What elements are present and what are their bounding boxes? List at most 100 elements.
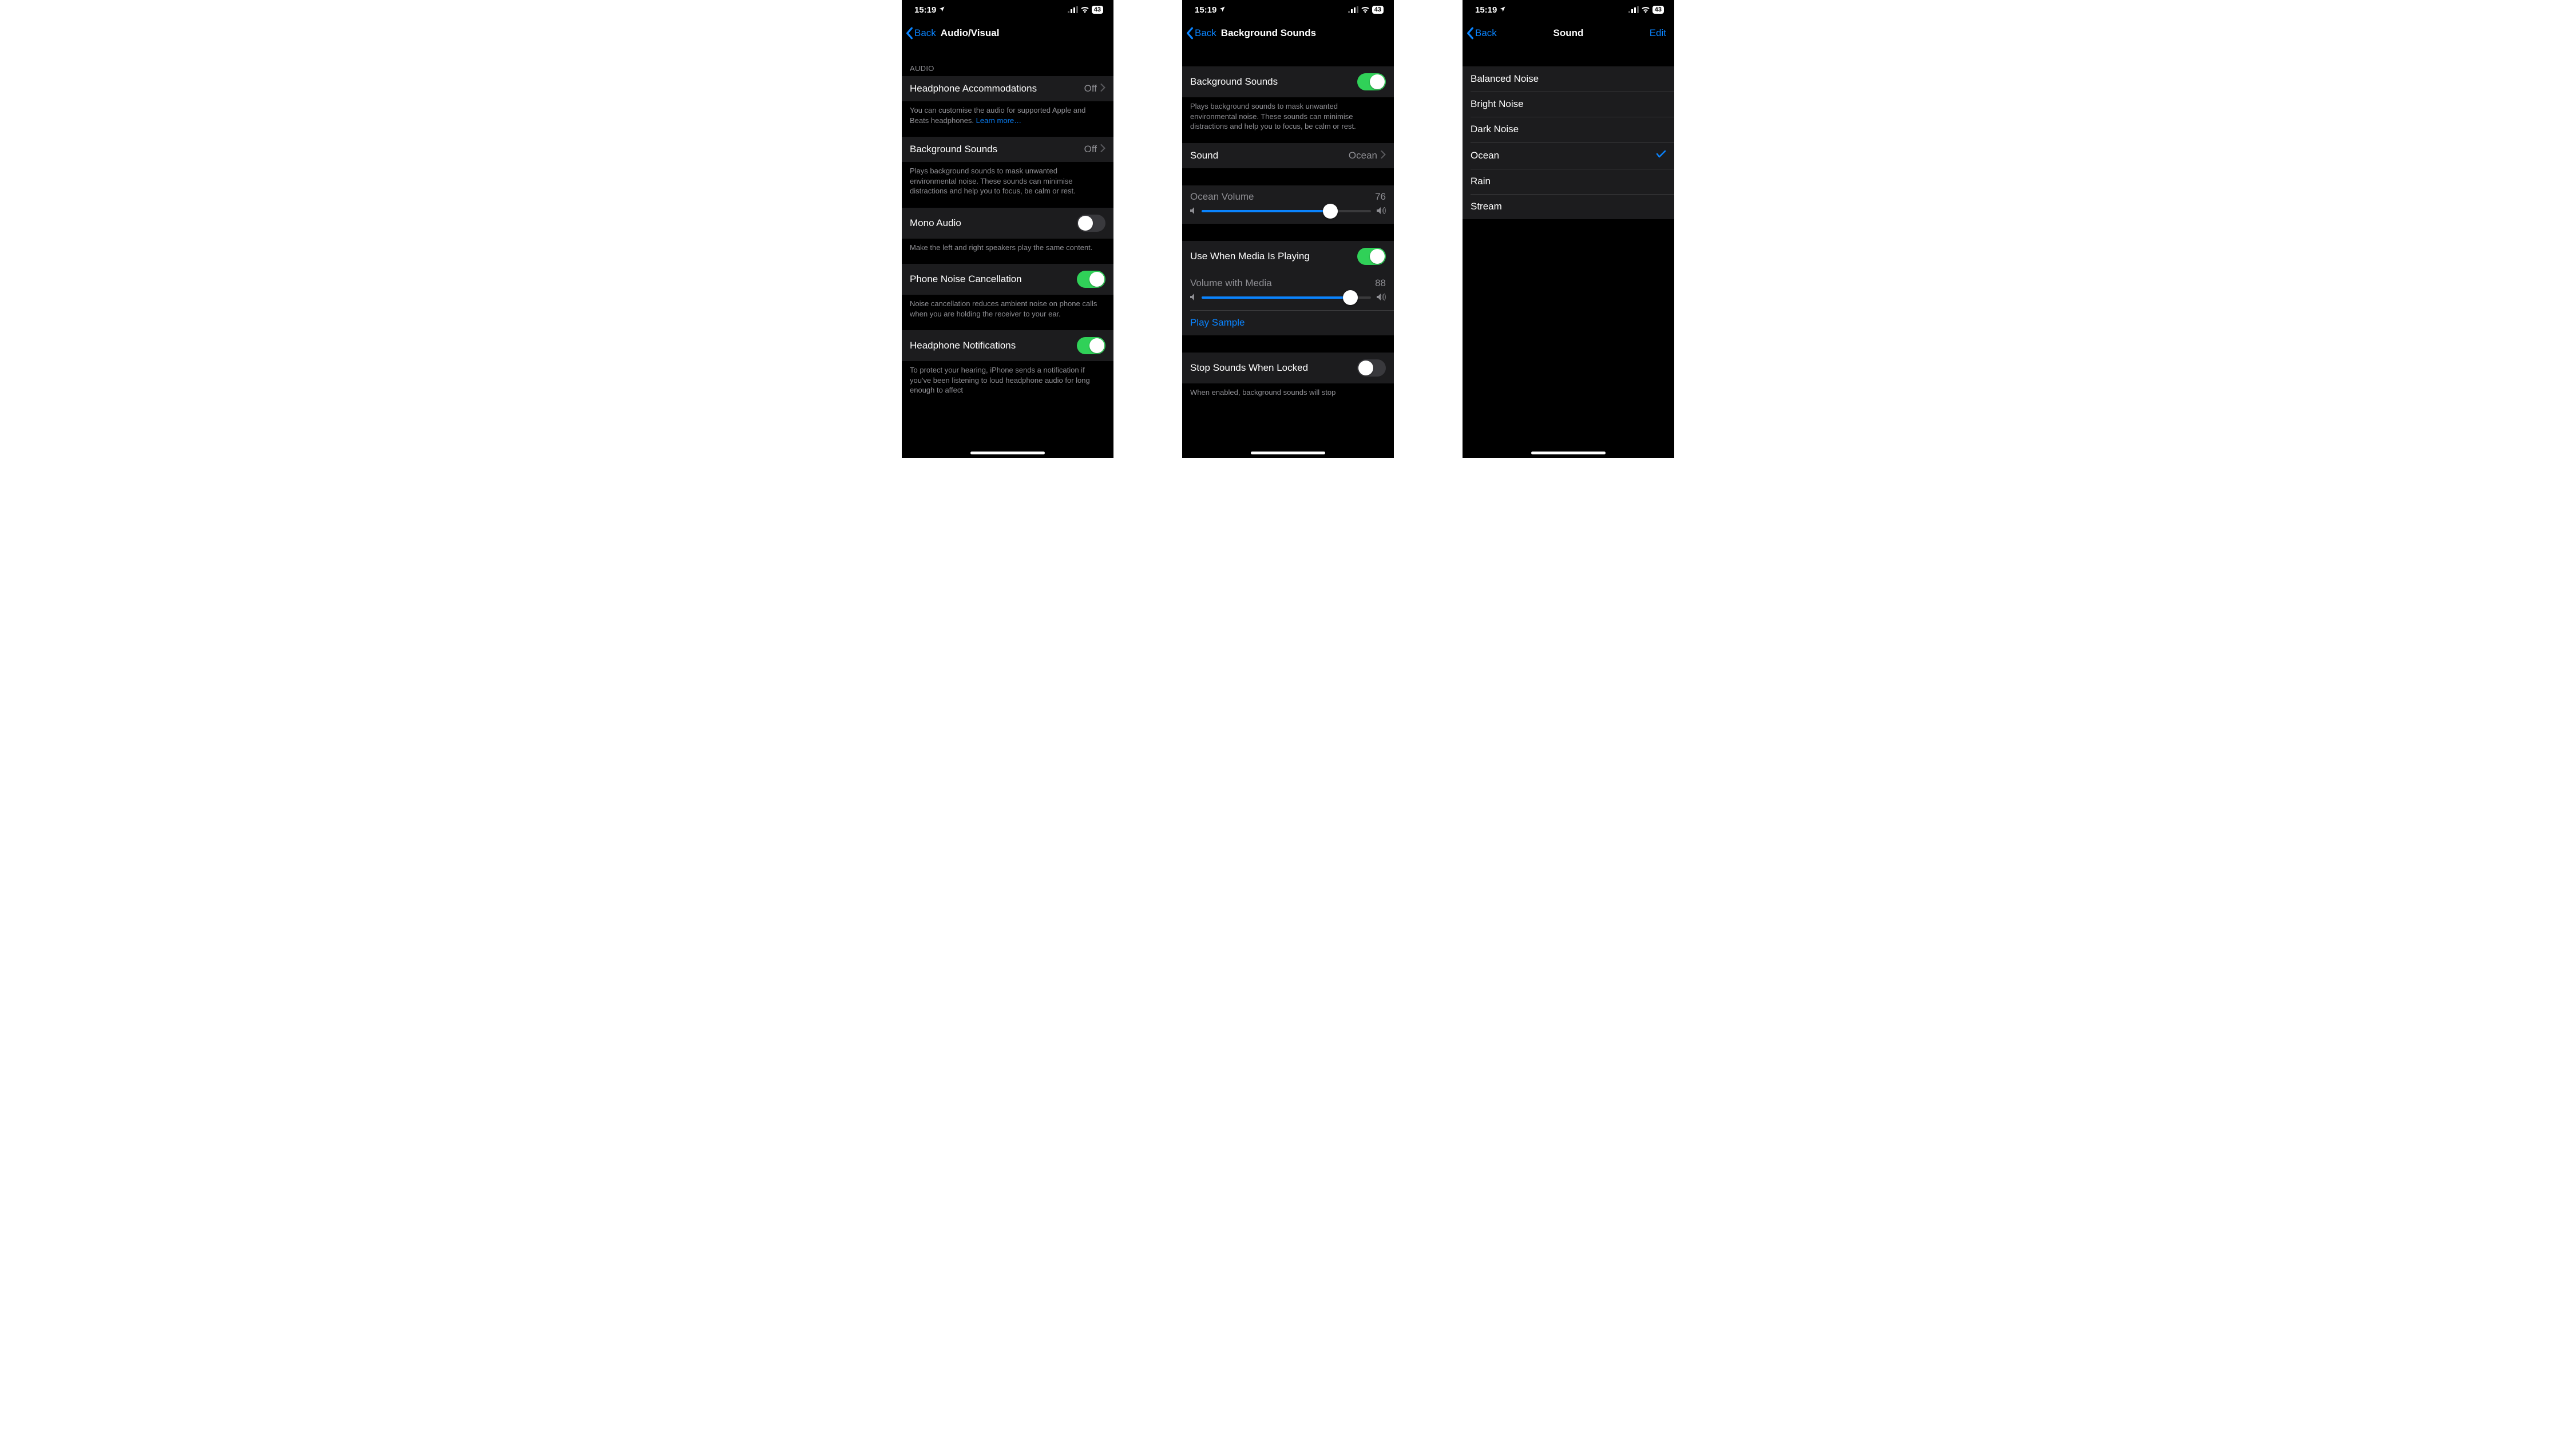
toggle-background-sounds[interactable]: [1357, 73, 1386, 90]
sound-option[interactable]: Ocean: [1463, 142, 1674, 169]
status-bar: 15:19 43: [1182, 0, 1394, 19]
row-headphone-notifications: Headphone Notifications: [902, 330, 1113, 361]
sound-options-list: Balanced Noise Bright Noise Dark Noise Ocea…: [1463, 66, 1674, 219]
chevron-left-icon: [1186, 27, 1194, 39]
row-phone-noise-cancellation: Phone Noise Cancellation: [902, 264, 1113, 295]
media-volume-block: Volume with Media 88: [1182, 272, 1394, 310]
volume-high-icon: [1377, 207, 1386, 216]
footer-bg-sounds: Plays background sounds to mask unwanted…: [1182, 97, 1394, 143]
slider-media-volume[interactable]: [1202, 296, 1371, 299]
row-use-when-media-playing: Use When Media Is Playing: [1182, 241, 1394, 272]
row-label: Background Sounds: [910, 144, 997, 155]
chevron-right-icon: [1100, 83, 1105, 94]
status-bar: 15:19 43: [902, 0, 1113, 19]
learn-more-link[interactable]: Learn more…: [976, 116, 1021, 125]
section-header-audio: AUDIO: [902, 47, 1113, 76]
back-button[interactable]: Back: [1466, 27, 1497, 39]
chevron-left-icon: [1466, 27, 1474, 39]
row-label: Use When Media Is Playing: [1190, 251, 1310, 262]
row-label: Sound: [1190, 150, 1218, 161]
row-headphone-accommodations[interactable]: Headphone Accommodations Off: [902, 76, 1113, 101]
cellular-icon: [1348, 6, 1358, 13]
row-value: Off: [1084, 144, 1097, 155]
footer-mono: Make the left and right speakers play th…: [902, 239, 1113, 264]
cellular-icon: [1628, 6, 1639, 13]
chevron-left-icon: [905, 27, 913, 39]
content: Balanced Noise Bright Noise Dark Noise Ocea…: [1463, 47, 1674, 458]
sound-option[interactable]: Balanced Noise: [1463, 66, 1674, 92]
row-label: Balanced Noise: [1471, 73, 1539, 85]
toggle-headphone-notifications[interactable]: [1077, 337, 1105, 354]
chevron-right-icon: [1100, 144, 1105, 155]
slider-value: 76: [1375, 191, 1386, 203]
back-button[interactable]: Back: [1186, 27, 1216, 39]
row-value: Off: [1084, 83, 1097, 94]
home-indicator[interactable]: [1531, 452, 1606, 454]
edit-button[interactable]: Edit: [1650, 27, 1666, 39]
row-value: Ocean: [1349, 150, 1377, 161]
home-indicator[interactable]: [1251, 452, 1325, 454]
row-background-sounds[interactable]: Background Sounds Off: [902, 137, 1113, 162]
content: AUDIO Headphone Accommodations Off You c…: [902, 47, 1113, 458]
row-label: Stream: [1471, 201, 1502, 212]
row-label: Bright Noise: [1471, 98, 1524, 110]
footer-hp-notif: To protect your hearing, iPhone sends a …: [902, 361, 1113, 407]
row-label: Background Sounds: [1190, 76, 1278, 88]
footer-headphone-accom: You can customise the audio for supporte…: [902, 101, 1113, 137]
toggle-noise-cancellation[interactable]: [1077, 271, 1105, 288]
location-icon: [1219, 6, 1226, 14]
row-label: Headphone Notifications: [910, 340, 1016, 351]
cellular-icon: [1068, 6, 1078, 13]
row-play-sample[interactable]: Play Sample: [1182, 310, 1394, 335]
toggle-stop-when-locked[interactable]: [1357, 359, 1386, 377]
row-label: Headphone Accommodations: [910, 83, 1037, 94]
home-indicator[interactable]: [970, 452, 1045, 454]
row-label: Ocean: [1471, 150, 1499, 161]
footer-bg-sounds: Plays background sounds to mask unwanted…: [902, 162, 1113, 208]
wifi-icon: [1361, 6, 1370, 13]
screen-background-sounds: 15:19 43 Back Background Sounds Backgrou…: [1182, 0, 1394, 458]
row-label: Phone Noise Cancellation: [910, 274, 1022, 285]
volume-low-icon: [1190, 207, 1196, 216]
volume-high-icon: [1377, 294, 1386, 302]
toggle-mono-audio[interactable]: [1077, 215, 1105, 232]
toggle-use-when-media[interactable]: [1357, 248, 1386, 265]
wifi-icon: [1080, 6, 1089, 13]
sound-option[interactable]: Rain: [1463, 169, 1674, 194]
chevron-right-icon: [1381, 150, 1386, 161]
status-time: 15:19: [1195, 5, 1216, 15]
row-label: Stop Sounds When Locked: [1190, 362, 1308, 374]
row-label: Mono Audio: [910, 217, 961, 229]
location-icon: [1499, 6, 1506, 14]
nav-bar: Back Background Sounds: [1182, 19, 1394, 47]
battery-icon: 43: [1092, 6, 1103, 14]
battery-icon: 43: [1372, 6, 1384, 14]
sound-option[interactable]: Bright Noise: [1463, 92, 1674, 117]
screen-sound: 15:19 43 Back Sound Edit Balanced NoiseB…: [1463, 0, 1674, 458]
wifi-icon: [1641, 6, 1650, 13]
location-icon: [938, 6, 945, 14]
row-stop-sounds-locked: Stop Sounds When Locked: [1182, 353, 1394, 383]
status-time: 15:19: [1475, 5, 1497, 15]
nav-title: Audio/Visual: [941, 27, 1000, 39]
status-bar: 15:19 43: [1463, 0, 1674, 19]
row-label: Rain: [1471, 176, 1491, 187]
slider-value: 88: [1375, 278, 1386, 289]
battery-icon: 43: [1652, 6, 1664, 14]
row-label: Dark Noise: [1471, 124, 1519, 135]
footer-noise-cancel: Noise cancellation reduces ambient noise…: [902, 295, 1113, 330]
screen-audio-visual: 15:19 43 Back Audio/Visual AUDIO Headpho…: [902, 0, 1113, 458]
sound-option[interactable]: Dark Noise: [1463, 117, 1674, 142]
checkmark-icon: [1656, 149, 1666, 162]
row-sound[interactable]: Sound Ocean: [1182, 143, 1394, 168]
volume-low-icon: [1190, 294, 1196, 302]
row-background-sounds-toggle: Background Sounds: [1182, 66, 1394, 97]
back-button[interactable]: Back: [905, 27, 936, 39]
sound-option[interactable]: Stream: [1463, 194, 1674, 219]
slider-ocean-volume[interactable]: [1202, 210, 1371, 212]
row-mono-audio: Mono Audio: [902, 208, 1113, 239]
status-time: 15:19: [914, 5, 936, 15]
footer-stop-locked: When enabled, background sounds will sto…: [1182, 383, 1394, 409]
ocean-volume-block: Ocean Volume 76: [1182, 185, 1394, 224]
nav-bar: Back Audio/Visual: [902, 19, 1113, 47]
